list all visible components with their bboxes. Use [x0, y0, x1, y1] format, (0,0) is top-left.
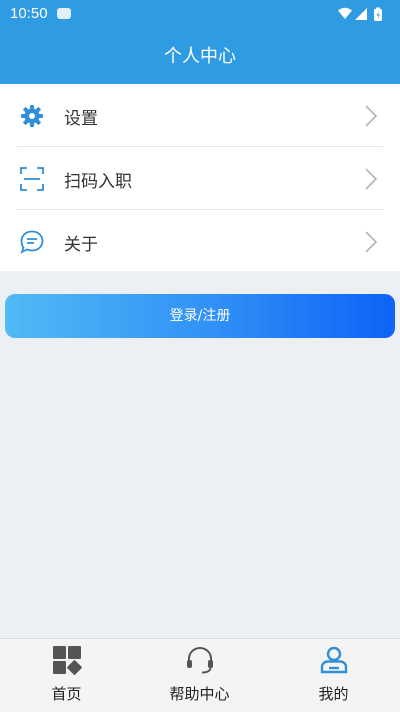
- tab-help-center[interactable]: 帮助中心: [133, 639, 266, 712]
- status-icons: [338, 7, 382, 21]
- wifi-icon: [338, 7, 352, 19]
- menu-item-label: 扫码入职: [64, 172, 132, 192]
- chevron-right-icon: [365, 105, 378, 127]
- headset-icon: [187, 646, 213, 674]
- menu-item-settings[interactable]: 设置: [0, 84, 400, 146]
- tab-mine[interactable]: 我的: [267, 639, 400, 712]
- status-time: 10:50: [10, 5, 48, 22]
- page-title: 个人中心: [164, 46, 236, 67]
- notification-icon: [57, 8, 71, 19]
- tab-home[interactable]: 首页: [0, 639, 133, 712]
- menu-item-about[interactable]: 关于: [0, 210, 400, 272]
- tab-label: 首页: [51, 685, 82, 703]
- bottom-tab-bar: 首页 帮助中心 我的: [0, 638, 400, 712]
- tab-label: 我的: [318, 685, 349, 703]
- home-grid-icon: [53, 646, 82, 675]
- header-bar: 10:50 个人中心: [0, 0, 400, 84]
- user-icon: [320, 646, 348, 674]
- chat-bubble-icon: [20, 230, 44, 254]
- status-bar: 10:50: [0, 0, 400, 28]
- chevron-right-icon: [365, 168, 378, 190]
- menu-item-label: 关于: [64, 235, 98, 255]
- menu-list: 设置 扫码入职 关于: [0, 84, 400, 271]
- battery-icon: [374, 7, 382, 21]
- menu-item-label: 设置: [64, 109, 98, 129]
- tab-label: 帮助中心: [169, 685, 230, 703]
- chevron-right-icon: [365, 231, 378, 253]
- menu-item-scan-onboard[interactable]: 扫码入职: [0, 147, 400, 209]
- scan-icon: [20, 167, 44, 191]
- gear-icon: [21, 105, 43, 127]
- login-register-button[interactable]: 登录/注册: [5, 294, 395, 338]
- signal-icon: [355, 8, 367, 20]
